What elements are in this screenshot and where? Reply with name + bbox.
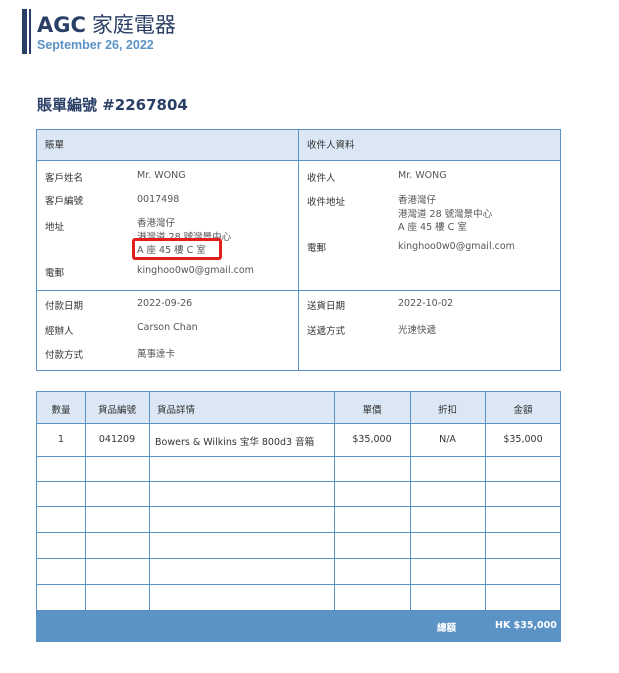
billing-email-label: 電郵	[45, 268, 65, 279]
row-divider	[37, 481, 560, 482]
billing-email-value: kinghoo0w0@gmail.com	[137, 265, 254, 276]
ship-date-value: 2022-10-02	[398, 298, 454, 309]
address-line-1: 香港灣仔	[137, 218, 176, 229]
column-divider	[149, 392, 150, 610]
recipient-address-label: 收件地址	[307, 197, 346, 208]
total-label: 總額	[437, 623, 457, 634]
brand-name-zh: 家庭電器	[91, 13, 176, 37]
address-highlight-box	[132, 238, 222, 260]
handler-value: Carson Chan	[137, 322, 198, 333]
recipient-email-label: 電郵	[307, 243, 327, 254]
row-divider	[37, 532, 560, 533]
recipient-name-value: Mr. WONG	[398, 170, 447, 181]
col-header-detail: 貨品詳情	[157, 405, 196, 416]
item-price: $35,000	[352, 434, 392, 445]
ship-date-label: 送貨日期	[307, 301, 346, 312]
customer-info-table: 賬單 收件人資料 客戶姓名 Mr. WONG 客戶編號 0017498 地址 香…	[36, 129, 561, 371]
total-row	[37, 610, 560, 642]
row-divider	[37, 584, 560, 585]
brand-accent-bar-thin	[29, 9, 31, 54]
recipient-address-line-2: 港灣道 28 號灣景中心	[398, 209, 493, 220]
col-header-discount: 折扣	[437, 405, 457, 416]
col-header-code: 貨品編號	[97, 405, 136, 416]
column-divider	[85, 392, 86, 610]
col-header-qty: 數量	[51, 405, 71, 416]
column-divider	[334, 392, 335, 610]
item-detail: Bowers & Wilkins 宝华 800d3 音箱	[155, 437, 315, 448]
brand-title: AGC 家庭電器	[37, 9, 176, 39]
brand-accent-bar	[22, 9, 27, 54]
pay-method-value: 萬事達卡	[137, 349, 176, 360]
item-code: 041209	[98, 434, 136, 445]
ship-method-label: 送遞方式	[307, 326, 346, 337]
customer-no-label: 客戶編號	[45, 196, 84, 207]
item-discount: N/A	[439, 434, 456, 445]
row-divider	[37, 558, 560, 559]
item-amount: $35,000	[503, 434, 543, 445]
pay-date-value: 2022-09-26	[137, 298, 193, 309]
customer-name-label: 客戶姓名	[45, 173, 84, 184]
pay-date-label: 付款日期	[45, 301, 84, 312]
customer-no-value: 0017498	[137, 194, 180, 205]
address-label: 地址	[45, 222, 65, 233]
billing-heading: 賬單	[45, 140, 65, 151]
column-divider	[485, 392, 486, 610]
brand-name-en: AGC	[37, 13, 86, 37]
info-column-divider	[298, 130, 299, 370]
pay-method-label: 付款方式	[45, 350, 84, 361]
invoice-date: September 26, 2022	[37, 38, 154, 52]
customer-name-value: Mr. WONG	[137, 170, 186, 181]
handler-label: 經辦人	[45, 326, 74, 337]
recipient-name-label: 收件人	[307, 173, 336, 184]
col-header-price: 單價	[362, 405, 382, 416]
invoice-number-title: 賬單編號 #2267804	[37, 96, 188, 114]
items-table: 數量 貨品編號 貨品詳情 單價 折扣 金額 1 041209 Bowers & …	[36, 391, 561, 642]
info-section-divider	[37, 290, 560, 291]
total-value: HK $35,000	[495, 620, 557, 631]
col-header-amount: 金額	[513, 405, 533, 416]
recipient-heading: 收件人資料	[307, 140, 355, 151]
recipient-address-line-1: 香港灣仔	[398, 195, 437, 206]
row-divider	[37, 506, 560, 507]
ship-method-value: 光速快遞	[398, 325, 437, 336]
recipient-email-value: kinghoo0w0@gmail.com	[398, 241, 515, 252]
item-qty: 1	[57, 434, 65, 445]
recipient-address-line-3: A 座 45 樓 C 室	[398, 222, 467, 233]
row-divider	[37, 456, 560, 457]
column-divider	[410, 392, 411, 610]
